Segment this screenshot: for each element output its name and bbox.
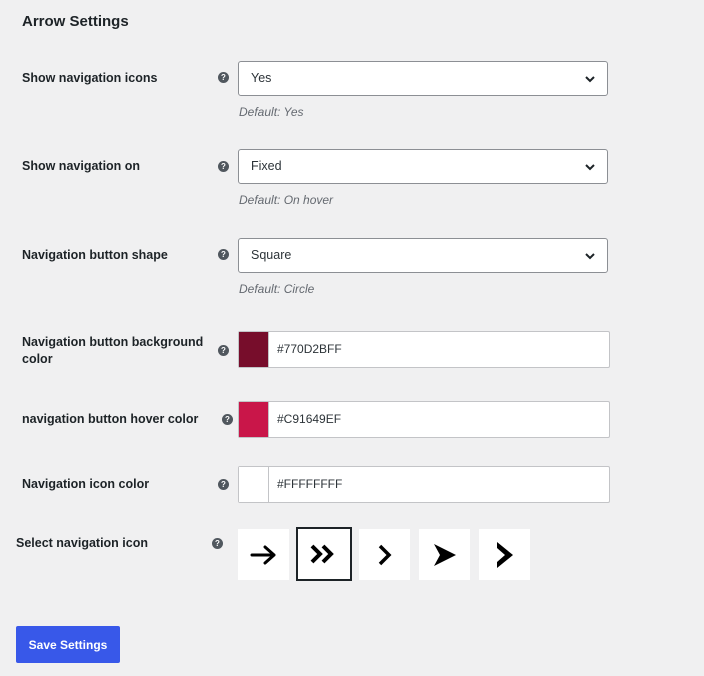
default-hint: Default: Circle — [239, 282, 315, 296]
select-value: Fixed — [251, 159, 282, 173]
hover-color-label: navigation button hover color — [22, 412, 199, 426]
color-value: #FFFFFFFF — [277, 477, 343, 491]
select-value: Square — [251, 248, 292, 262]
help-icon[interactable]: ? — [218, 249, 229, 260]
chevron-down-icon — [585, 253, 595, 260]
background-color-swatch[interactable] — [239, 332, 269, 367]
hover-color-swatch[interactable] — [239, 402, 269, 437]
navigation-button-shape-label: Navigation button shape — [22, 248, 168, 262]
help-icon[interactable]: ? — [218, 161, 229, 172]
help-icon[interactable]: ? — [218, 72, 229, 83]
icon-color-field[interactable]: #FFFFFFFF — [238, 466, 610, 503]
icon-option-double-chevron-right[interactable] — [296, 527, 352, 581]
save-settings-button[interactable]: Save Settings — [16, 626, 120, 663]
icon-color-swatch[interactable] — [239, 467, 269, 502]
arrowhead-right-icon — [433, 543, 456, 566]
chevron-down-icon — [585, 164, 595, 171]
notched-arrow-right-icon — [496, 541, 513, 568]
help-icon[interactable]: ? — [218, 479, 229, 490]
show-navigation-on-select[interactable]: Fixed — [238, 149, 608, 184]
chevron-down-icon — [585, 76, 595, 83]
show-navigation-icons-label: Show navigation icons — [22, 71, 158, 85]
select-navigation-icon-label: Select navigation icon — [16, 536, 148, 550]
navigation-button-shape-select[interactable]: Square — [238, 238, 608, 273]
icon-option-chevron-right[interactable] — [359, 529, 410, 580]
help-icon[interactable]: ? — [218, 345, 229, 356]
icon-option-notched-arrow-right[interactable] — [479, 529, 530, 580]
help-icon[interactable]: ? — [222, 414, 233, 425]
select-value: Yes — [251, 71, 272, 85]
hover-color-field[interactable]: #C91649EF — [238, 401, 610, 438]
show-navigation-on-label: Show navigation on — [22, 159, 141, 173]
chevron-right-icon — [378, 544, 391, 565]
icon-option-arrow-right[interactable] — [238, 529, 289, 580]
help-icon[interactable]: ? — [212, 538, 223, 549]
icon-color-label: Navigation icon color — [22, 477, 150, 491]
icon-option-arrowhead-right[interactable] — [419, 529, 470, 580]
color-value: #770D2BFF — [277, 342, 342, 356]
background-color-label: Navigation button background color — [22, 335, 204, 366]
arrow-right-icon — [250, 545, 275, 564]
default-hint: Default: On hover — [239, 193, 334, 207]
double-chevron-right-icon — [310, 544, 334, 564]
default-hint: Default: Yes — [239, 105, 304, 119]
section-title: Arrow Settings — [22, 13, 129, 30]
color-value: #C91649EF — [277, 412, 342, 426]
show-navigation-icons-select[interactable]: Yes — [238, 61, 608, 96]
background-color-field[interactable]: #770D2BFF — [238, 331, 610, 368]
